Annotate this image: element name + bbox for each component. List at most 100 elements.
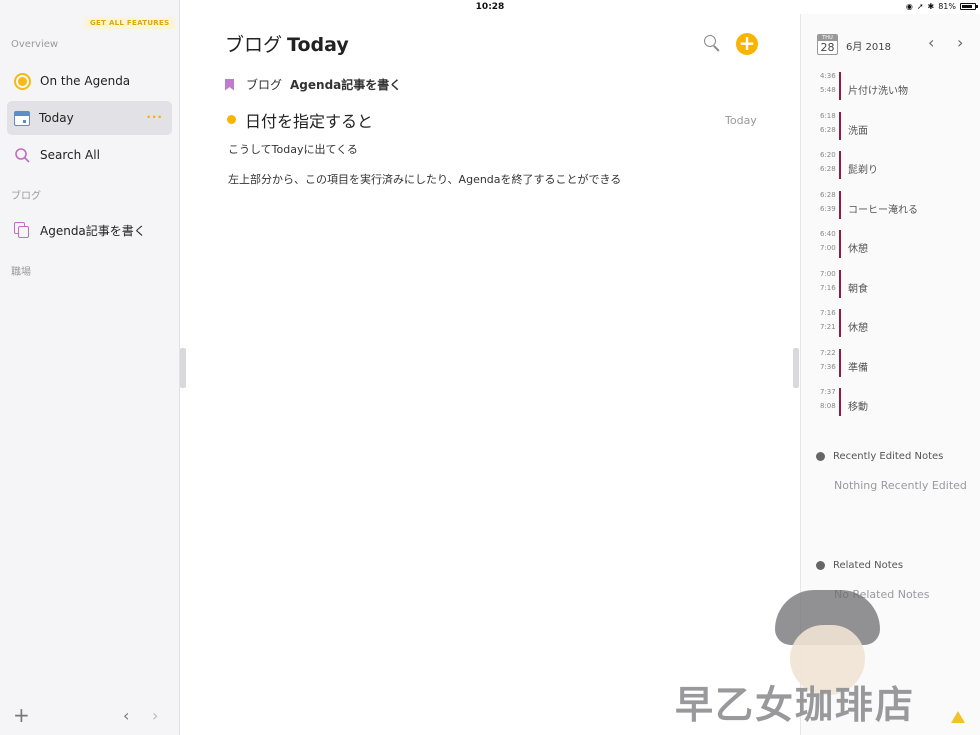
event-start-time: 6:40 [820,230,836,238]
get-all-features-button[interactable]: GET ALL FEATURES [84,17,176,29]
main-content: ブログ Today + ブログ Agenda記事を書く 日付を指定すると Toda… [181,14,800,735]
event-color-bar [839,151,841,179]
event-start-time: 7:16 [820,309,836,317]
event-color-bar [839,309,841,337]
event-title: 休憩 [848,244,868,255]
battery-percent: 81% [938,2,956,11]
calendar-icon [14,110,30,126]
event-title: 準備 [848,362,868,374]
calendar-day: 28 [820,41,835,54]
search-button[interactable] [704,35,721,52]
sidebar-item-label: Today [39,111,74,125]
event-color-bar [839,111,841,140]
status-right: ◉ ➚ ✱ 81% [905,2,978,11]
calendar-event[interactable]: 7:16 7:21 休憩 [815,309,965,339]
calendar-event[interactable]: 6:40 7:00 休憩 [815,230,965,260]
recently-edited-header: Recently Edited Notes [816,451,943,462]
calendar-event[interactable]: 4:36 5:48 片付け洗い物 [815,72,965,102]
page-title: ブログ Today [225,30,349,57]
note-title[interactable]: 日付を指定すると [245,108,373,132]
sidebar-item-project[interactable]: Agenda記事を書く [7,213,172,247]
calendar-next-button[interactable]: › [957,33,963,52]
recently-edited-empty: Nothing Recently Edited [834,479,967,492]
bookmark-icon [225,78,234,91]
sidebar-item-label: On the Agenda [40,74,131,88]
related-notes-header: Related Notes [816,560,903,571]
right-panel-resize-handle[interactable] [793,348,799,388]
breadcrumb-project: Agenda記事を書く [290,78,402,92]
calendar-event[interactable]: 7:37 8:08 移動 [815,388,965,418]
forward-arrow-icon[interactable]: › [152,706,158,725]
sidebar-item-today[interactable]: Today ··· [7,101,172,135]
note-status-dot[interactable] [227,115,236,124]
add-category-button[interactable]: + [13,705,30,725]
right-panel: THU 28 6月 2018 ‹ › 4:36 5:48 片付け洗い物 6:18 6:2… [800,14,980,735]
breadcrumb-category: ブログ [246,78,283,92]
bluetooth-icon: ✱ [927,2,935,11]
event-start-time: 6:20 [820,151,836,159]
event-start-time: 6:28 [820,190,836,199]
category-label-blog: ブログ [11,191,41,202]
calendar-date-icon[interactable]: THU 28 [817,34,838,55]
related-notes-icon [816,561,825,570]
event-start-time: 6:18 [820,111,836,120]
related-notes-empty: No Related Notes [834,588,930,601]
calendar-month: 6月 2018 [846,42,891,53]
event-start-time: 7:00 [820,269,836,278]
battery-icon [960,3,978,10]
event-end-time: 7:36 [820,362,836,371]
sidebar: GET ALL FEATURES Overview On the Agenda … [0,0,180,735]
calendar-event[interactable]: 6:18 6:28 洗面 [815,111,965,142]
sidebar-item-search-all[interactable]: Search All [7,138,172,172]
event-title: 朝食 [848,283,868,295]
location-icon: ➚ [916,2,924,11]
event-color-bar [839,72,841,100]
event-end-time: 6:28 [820,125,836,134]
event-end-time: 7:00 [820,244,836,252]
recently-edited-title: Recently Edited Notes [833,451,944,462]
project-icon [14,221,31,239]
calendar-prev-button[interactable]: ‹ [928,33,934,52]
sidebar-item-on-the-agenda[interactable]: On the Agenda [7,64,172,98]
event-start-time: 4:36 [820,72,836,80]
more-options-icon[interactable]: ··· [146,110,163,124]
warning-icon[interactable] [951,711,965,723]
search-icon [15,147,30,163]
rotation-lock-icon: ◉ [905,2,913,11]
event-title: コーヒー淹れる [848,204,918,216]
category-label-work: 職場 [11,267,31,278]
event-end-time: 6:28 [820,165,836,173]
event-color-bar [839,348,841,377]
event-title: 休憩 [848,323,868,334]
event-title: 片付け洗い物 [848,86,908,97]
event-end-time: 8:08 [820,402,836,410]
overview-label: Overview [11,39,59,50]
event-end-time: 5:48 [820,86,836,94]
sidebar-item-label: Search All [40,148,100,162]
add-note-button[interactable]: + [736,33,758,55]
sidebar-item-label: Agenda記事を書く [40,223,146,238]
page-title-main: Today [287,34,349,56]
calendar-event[interactable]: 7:22 7:36 準備 [815,348,965,379]
note-date-badge[interactable]: Today [725,114,757,127]
note-body-line[interactable]: 左上部分から、この項目を実行済みにしたり、Agendaを終了することができる [228,171,621,187]
breadcrumb[interactable]: ブログ Agenda記事を書く [225,76,401,93]
event-start-time: 7:22 [820,348,836,357]
related-notes-title: Related Notes [833,560,904,571]
event-end-time: 7:16 [820,283,836,292]
back-arrow-icon[interactable]: ‹ [123,706,129,725]
event-title: 移動 [848,402,868,413]
calendar-event[interactable]: 6:20 6:28 髭剃り [815,151,965,181]
event-title: 髭剃り [848,165,878,176]
event-color-bar [839,230,841,258]
page-title-category: ブログ [225,34,283,56]
sidebar-toolbar: + ‹ › [0,699,180,735]
event-title: 洗面 [848,125,868,137]
note-body-line[interactable]: こうしてTodayに出てくる [228,141,358,157]
agenda-circle-icon [14,72,31,90]
calendar-event[interactable]: 6:28 6:39 コーヒー淹れる [815,190,965,221]
event-end-time: 6:39 [820,204,836,213]
calendar-event[interactable]: 7:00 7:16 朝食 [815,269,965,300]
event-color-bar [839,388,841,416]
event-color-bar [839,269,841,298]
